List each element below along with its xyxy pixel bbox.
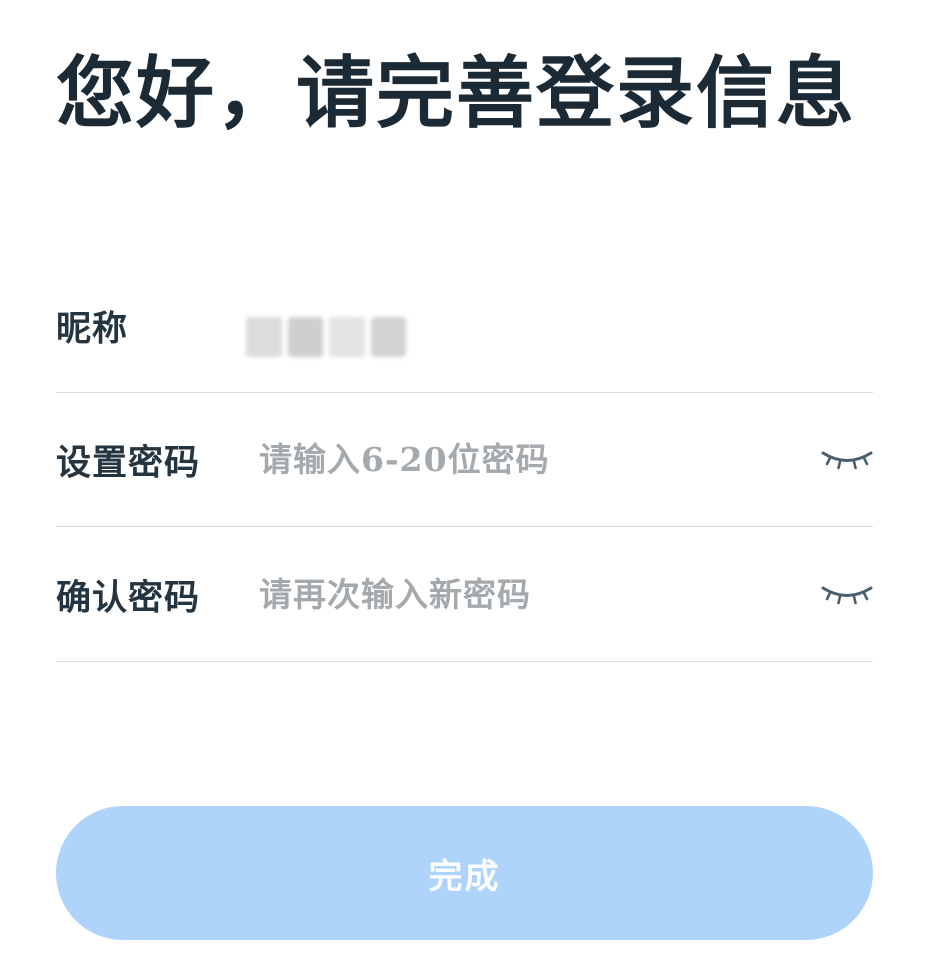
password-input[interactable] <box>259 434 799 485</box>
nickname-obscured-char <box>370 317 406 357</box>
nickname-obscured-char <box>287 317 323 357</box>
password-label: 设置密码 <box>56 442 201 483</box>
nickname-row: 昵称 <box>56 259 873 393</box>
eye-closed-icon[interactable] <box>821 583 873 607</box>
password-row: 设置密码 <box>56 393 873 527</box>
confirm-password-label: 确认密码 <box>56 577 201 618</box>
done-button[interactable]: 完成 <box>56 806 873 940</box>
eye-closed-icon[interactable] <box>821 448 873 472</box>
nickname-obscured-char <box>246 317 282 357</box>
nickname-obscured-char <box>329 317 365 357</box>
nickname-label: 昵称 <box>56 308 129 349</box>
page-title: 您好，请完善登录信息 <box>56 48 857 139</box>
confirm-password-input[interactable] <box>259 569 799 620</box>
confirm-password-row: 确认密码 <box>56 528 873 662</box>
login-info-page: 您好，请完善登录信息 昵称 设置密码 确认密码 完成 <box>0 0 951 975</box>
nickname-field[interactable] <box>246 317 406 365</box>
